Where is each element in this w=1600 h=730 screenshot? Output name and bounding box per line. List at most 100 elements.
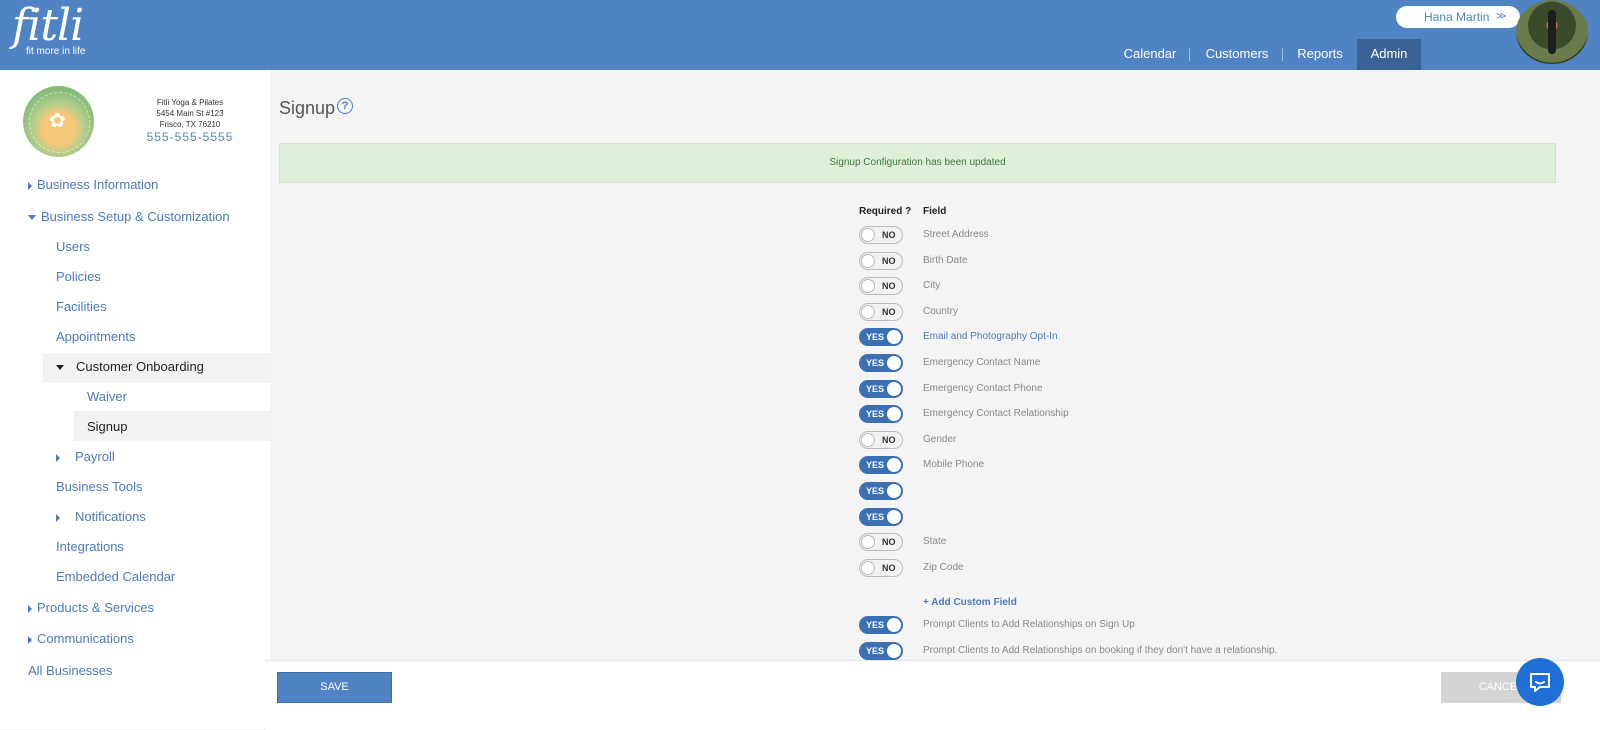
required-toggle[interactable]: NO: [859, 430, 903, 449]
sidebar-item-customer-onboarding[interactable]: Customer Onboarding: [56, 359, 204, 374]
caret-right-icon: [28, 181, 32, 190]
sidebar-item-integrations[interactable]: Integrations: [56, 539, 124, 554]
field-name: Birth Date: [923, 254, 968, 266]
caret-right-icon: [56, 513, 60, 522]
field-name: Street Address: [923, 229, 989, 240]
sidebar-item-business-setup[interactable]: Business Setup & Customization: [28, 209, 230, 224]
required-toggle[interactable]: NO: [859, 277, 903, 296]
sidebar-item-label: Payroll: [75, 449, 115, 464]
required-toggle[interactable]: YES: [859, 354, 903, 372]
sidebar-item-label: Business Information: [37, 177, 159, 192]
required-toggle[interactable]: YES: [859, 456, 903, 475]
lotus-icon: ✿: [49, 110, 66, 132]
sidebar-item-business-tools[interactable]: Business Tools: [56, 479, 142, 494]
caret-down-icon: [56, 365, 64, 371]
toggle-knob: [887, 458, 901, 473]
required-toggle[interactable]: NO: [859, 533, 903, 552]
sidebar-item-embedded-calendar[interactable]: Embedded Calendar: [56, 569, 175, 584]
sidebar-item-all-businesses[interactable]: All Businesses: [28, 663, 113, 678]
required-toggle[interactable]: YES: [859, 405, 903, 424]
sidebar-item-products-services[interactable]: Products & Services: [28, 600, 154, 615]
business-logo: ✿: [23, 86, 94, 157]
toggle-label: NO: [882, 434, 896, 445]
toggle-knob: [887, 509, 901, 524]
avatar-figure: [1548, 10, 1556, 54]
toggle-label: YES: [866, 620, 885, 630]
sidebar-item-label: Communications: [37, 631, 134, 646]
nav-divider: [1189, 48, 1190, 61]
caret-right-icon: [28, 604, 32, 613]
toggle-knob: [887, 644, 901, 658]
chevron-down-icon: ≫: [1496, 11, 1507, 22]
business-address-line2: Frisco, TX 76210: [159, 120, 221, 129]
toggle-label: NO: [882, 537, 896, 548]
business-address-line1: 5454 Main St #123: [156, 109, 224, 118]
toggle-knob: [861, 535, 875, 550]
toggle-label: YES: [866, 460, 885, 471]
toggle-label: YES: [866, 383, 885, 394]
nav-customers[interactable]: Customers: [1201, 39, 1273, 70]
toggle-knob: [887, 484, 901, 498]
sidebar-item-appointments[interactable]: Appointments: [56, 329, 136, 344]
sidebar-item-communications[interactable]: Communications: [28, 631, 134, 646]
sidebar-item-users[interactable]: Users: [56, 239, 90, 254]
toggle-label: YES: [866, 358, 885, 368]
chat-support-button[interactable]: [1516, 658, 1564, 706]
field-name: Prompt Clients to Add Relationships on b…: [923, 645, 1278, 656]
sidebar-item-policies[interactable]: Policies: [56, 269, 101, 284]
sidebar-item-facilities[interactable]: Facilities: [56, 299, 107, 314]
required-toggle[interactable]: NO: [859, 226, 903, 244]
toggle-label: NO: [882, 281, 896, 292]
required-toggle[interactable]: NO: [859, 302, 903, 321]
column-header-required: Required ?: [859, 206, 912, 217]
toggle-label: YES: [866, 511, 885, 522]
required-toggle[interactable]: NO: [859, 251, 903, 270]
help-icon[interactable]: ?: [337, 98, 353, 114]
toggle-label: NO: [882, 230, 896, 240]
sidebar-item-waiver[interactable]: Waiver: [87, 389, 127, 404]
footer-bar: [266, 660, 1600, 730]
sidebar-item-label: Products & Services: [37, 600, 155, 615]
caret-right-icon: [28, 635, 32, 644]
required-toggle[interactable]: YES: [859, 642, 903, 660]
toggle-label: YES: [866, 332, 885, 343]
required-toggle[interactable]: YES: [859, 616, 903, 634]
sidebar-item-signup[interactable]: Signup: [87, 419, 127, 434]
field-name: Gender: [923, 433, 957, 445]
required-toggle[interactable]: YES: [859, 379, 903, 398]
logo-tagline: fit more in life: [26, 46, 86, 57]
toggle-knob: [861, 279, 875, 294]
toggle-knob: [861, 228, 875, 242]
required-toggle[interactable]: YES: [859, 328, 903, 347]
field-name: Mobile Phone: [923, 459, 985, 471]
field-name: Emergency Contact Phone: [923, 382, 1043, 394]
business-address: Fitli Yoga & Pilates 5454 Main St #123 F…: [130, 97, 250, 130]
toggle-knob: [861, 304, 875, 319]
logo-wordmark: fitli: [12, 0, 84, 51]
sidebar-item-label: Notifications: [75, 509, 146, 524]
field-name: Country: [923, 305, 959, 317]
business-phone: 555-555-5555: [146, 130, 234, 144]
required-toggle[interactable]: YES: [859, 507, 903, 526]
sidebar-item-payroll[interactable]: Payroll: [56, 449, 115, 464]
nav-calendar[interactable]: Calendar: [1120, 39, 1180, 70]
required-toggle[interactable]: NO: [859, 558, 903, 577]
toggle-knob: [861, 560, 875, 575]
avatar[interactable]: [1516, 0, 1588, 64]
user-menu-button[interactable]: Hana Martin ≫: [1396, 6, 1520, 28]
toggle-knob: [887, 618, 901, 632]
sidebar-item-notifications[interactable]: Notifications: [56, 509, 146, 524]
add-custom-field-link[interactable]: + Add Custom Field: [923, 597, 1017, 608]
nav-divider: [1282, 48, 1283, 61]
save-button[interactable]: SAVE: [277, 672, 392, 703]
required-toggle[interactable]: YES: [859, 482, 903, 500]
toggle-knob: [861, 253, 875, 268]
nav-admin[interactable]: Admin: [1357, 39, 1421, 70]
field-name: City: [923, 280, 941, 292]
fitli-logo[interactable]: fitli fit more in life: [12, 0, 85, 58]
sidebar: ✿ Fitli Yoga & Pilates 5454 Main St #123…: [0, 70, 270, 729]
toggle-knob: [887, 330, 901, 345]
toggle-label: NO: [882, 562, 896, 573]
sidebar-item-business-information[interactable]: Business Information: [28, 177, 158, 192]
nav-reports[interactable]: Reports: [1292, 39, 1348, 70]
